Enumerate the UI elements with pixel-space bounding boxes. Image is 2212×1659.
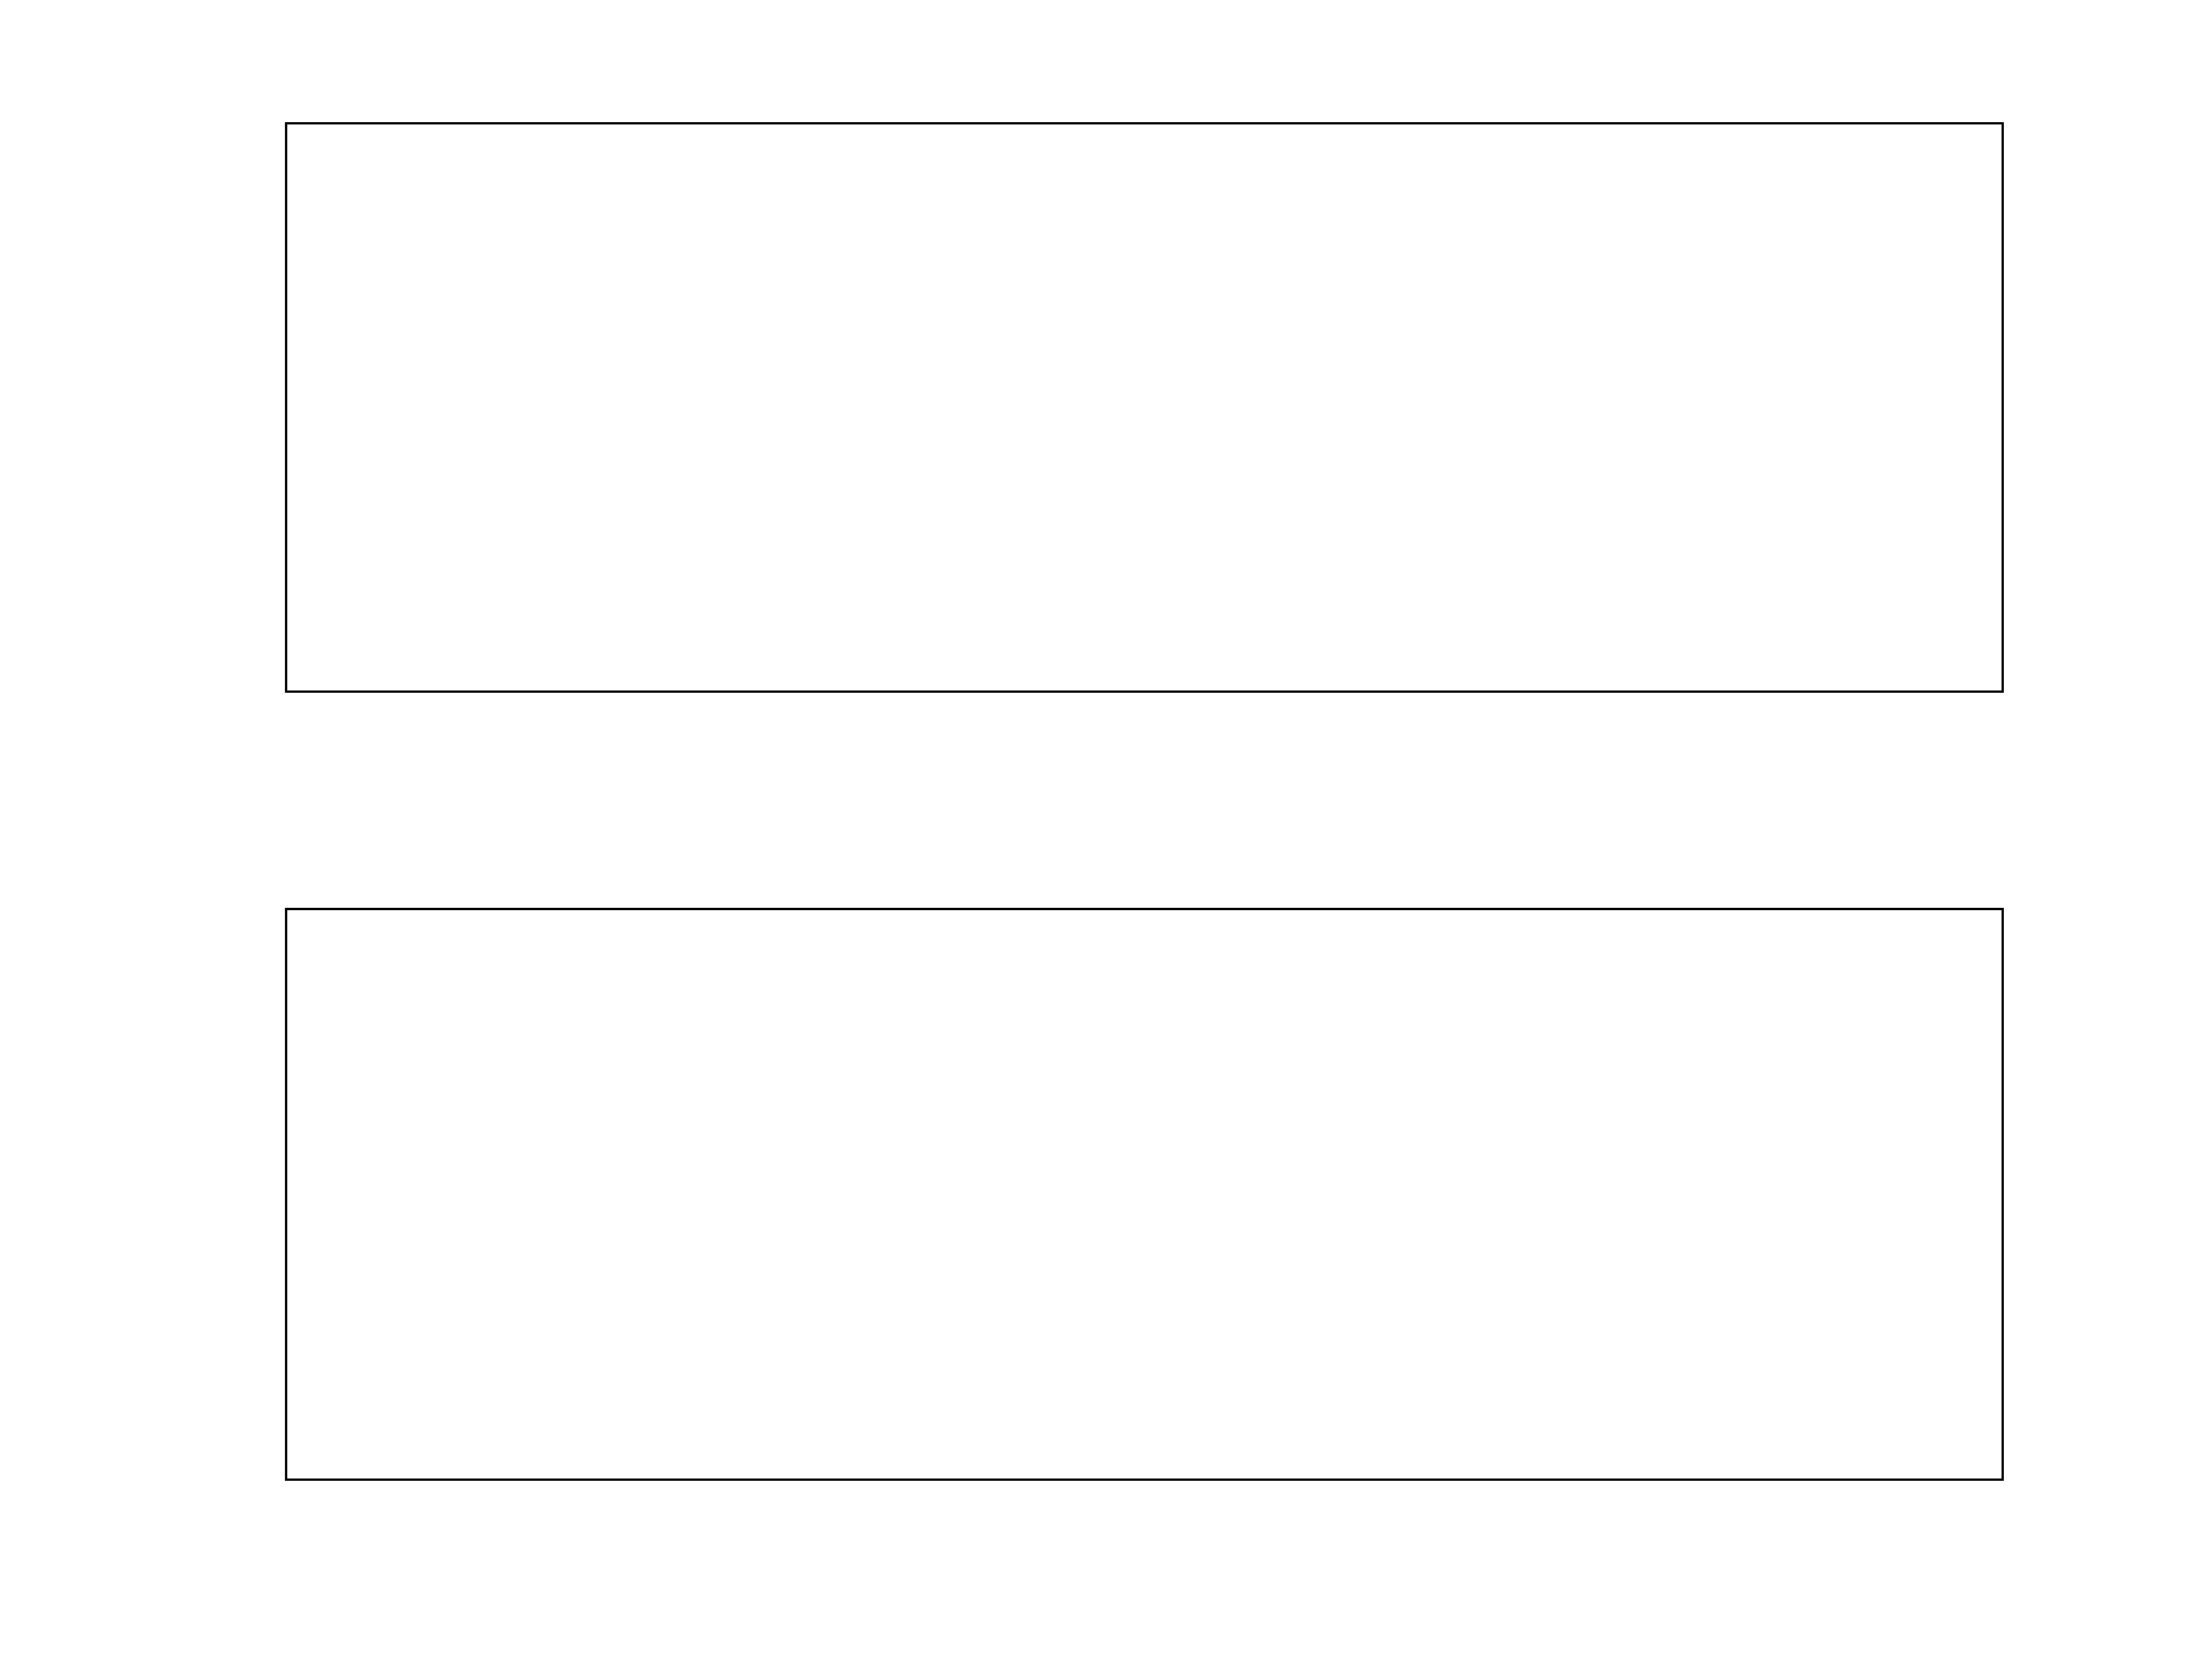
matlab-figure xyxy=(0,0,2212,1659)
spectrogram-plot xyxy=(285,122,2004,693)
spectrogram-axis-ticks xyxy=(287,124,2002,690)
timeline-plot xyxy=(285,908,2004,1481)
timeline-axis-ticks xyxy=(287,910,2002,1479)
